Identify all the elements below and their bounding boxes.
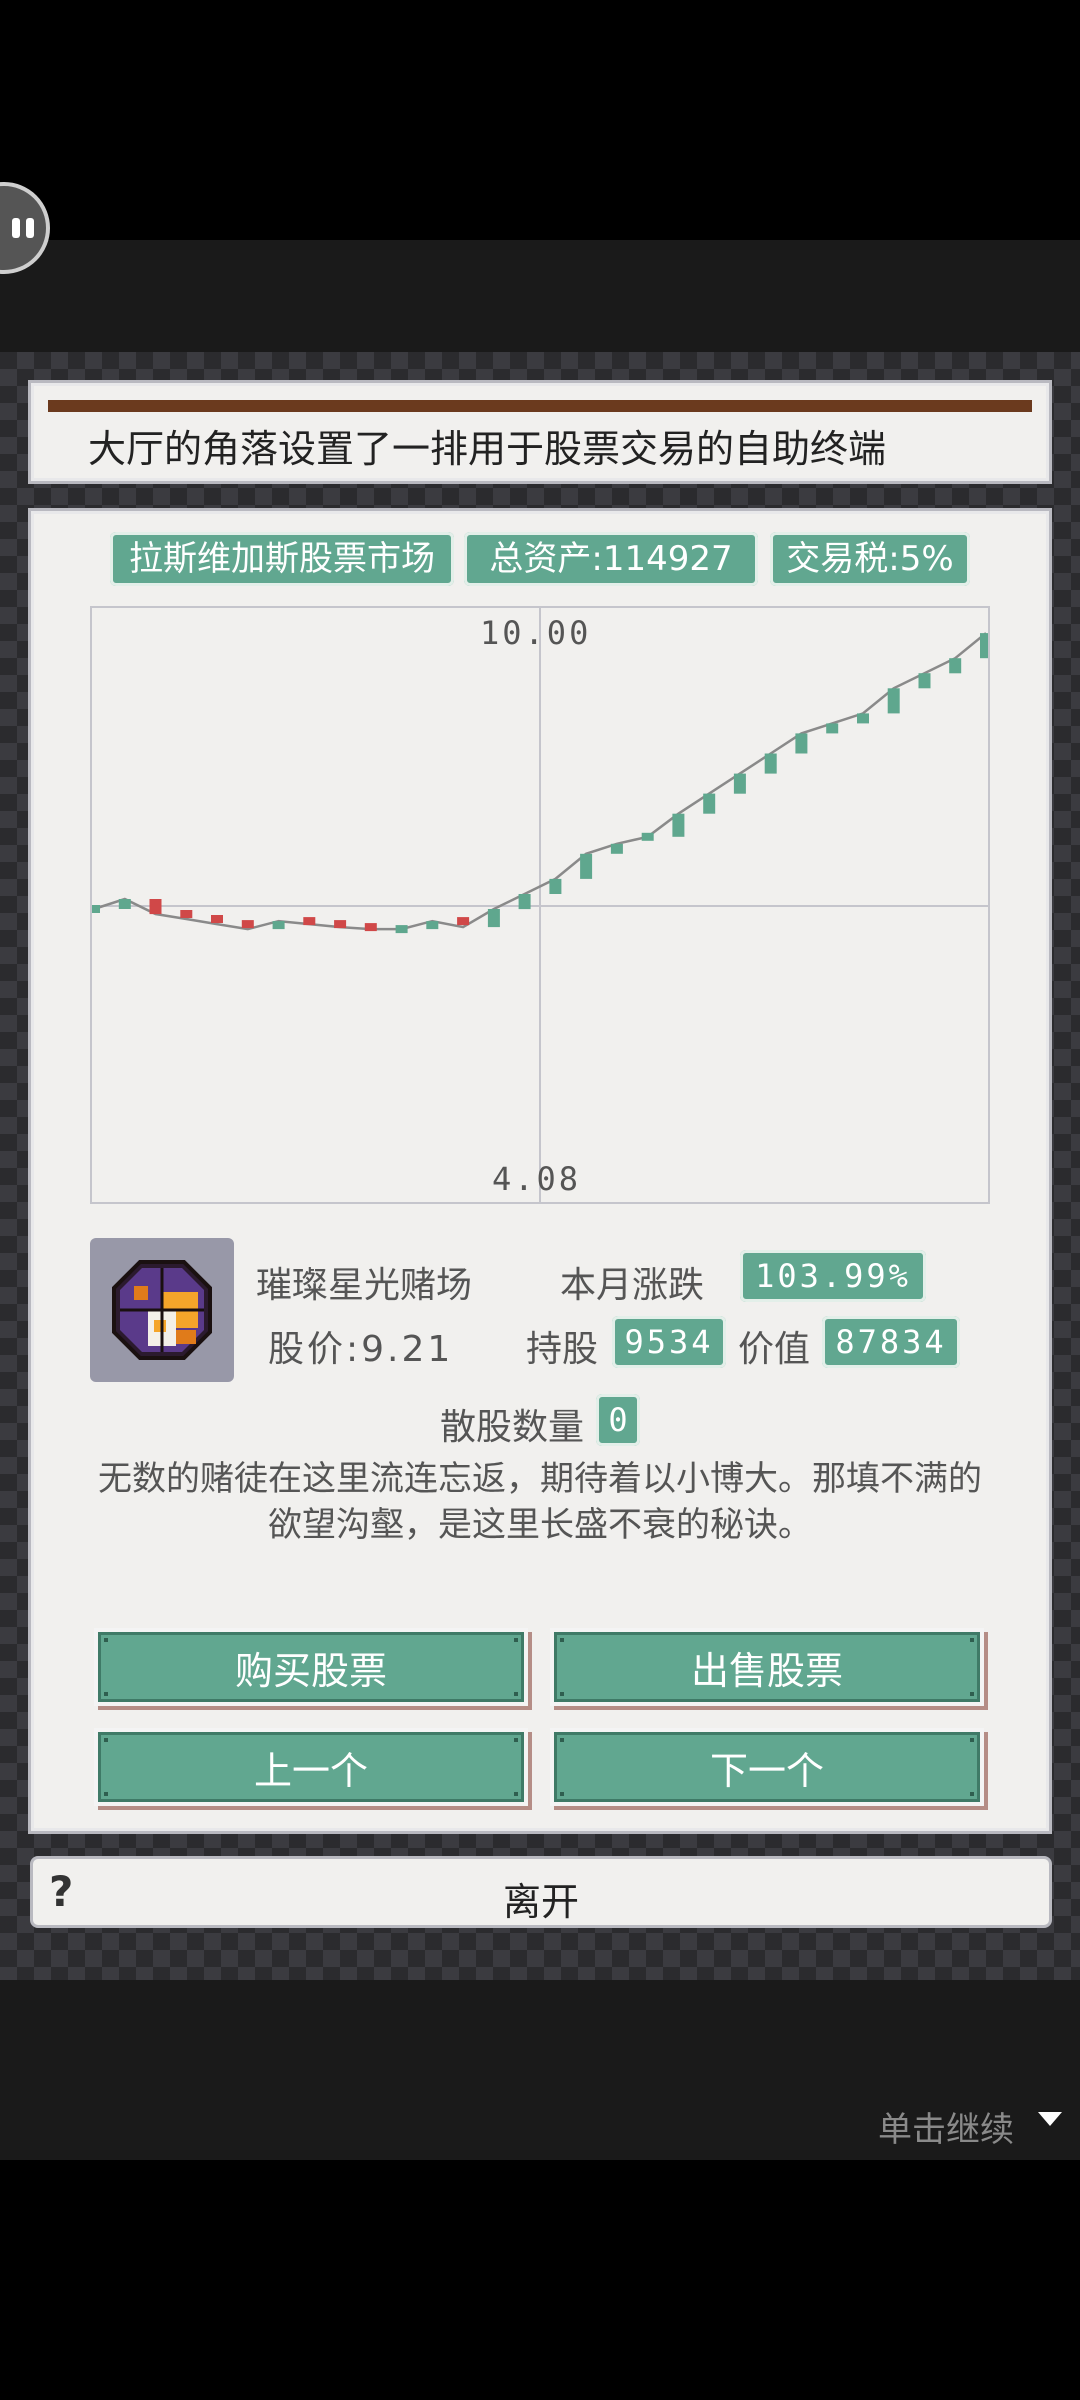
- price-candle: [426, 921, 439, 930]
- corner-dot: [514, 1738, 518, 1742]
- monthly-change-label: 本月涨跌: [560, 1265, 705, 1306]
- chart-min-label: 4.08: [492, 1160, 582, 1198]
- casino-emblem-icon: [112, 1260, 212, 1360]
- price-candle: [857, 713, 869, 724]
- price-candle: [303, 917, 316, 926]
- price-candle: [980, 633, 988, 659]
- corner-dot: [970, 1638, 974, 1642]
- corner-dot: [970, 1692, 974, 1696]
- corner-dot: [970, 1738, 974, 1742]
- price-candle: [549, 878, 562, 894]
- corner-dot: [560, 1638, 564, 1642]
- corner-dot: [104, 1792, 108, 1796]
- leave-button[interactable]: ? 离开: [30, 1856, 1052, 1928]
- price-candle: [764, 753, 777, 774]
- chart-svg: [92, 608, 988, 1202]
- stock-icon-tile: [90, 1238, 234, 1382]
- tax-badge: 交易税:5%: [770, 532, 970, 586]
- loose-shares-label: 散股数量: [440, 1407, 585, 1448]
- next-stock-label: 下一个: [709, 1748, 824, 1793]
- stock-chart: 10.00 4.08: [90, 606, 990, 1204]
- leave-label: 离开: [502, 1880, 579, 1924]
- corner-dot: [514, 1638, 518, 1642]
- continue-arrow-icon: [1038, 2112, 1062, 2126]
- corner-dot: [104, 1738, 108, 1742]
- intro-image-strip: [48, 400, 1032, 412]
- chart-max-label: 10.00: [480, 614, 592, 652]
- corner-dot: [514, 1792, 518, 1796]
- holding-value: 9534: [612, 1316, 726, 1368]
- price-candle: [826, 723, 839, 734]
- buy-stock-label: 购买股票: [234, 1648, 387, 1693]
- stock-name: 璀璨星光赌场: [256, 1265, 473, 1306]
- corner-dot: [104, 1638, 108, 1642]
- pause-icon: [12, 218, 20, 238]
- price-candle: [672, 813, 685, 837]
- pause-icon-bar: [26, 218, 34, 238]
- price-candle: [795, 733, 808, 754]
- corner-dot: [560, 1792, 564, 1796]
- price-candle: [580, 853, 593, 879]
- price-candle: [949, 658, 962, 674]
- holding-label: 持股: [526, 1329, 599, 1370]
- price-candle: [918, 673, 931, 689]
- value-label: 价值: [738, 1329, 811, 1370]
- corner-dot: [514, 1692, 518, 1696]
- price-candle: [887, 688, 900, 714]
- corner-dot: [104, 1692, 108, 1696]
- intro-text: 大厅的角落设置了一排用于股票交易的自助终端: [88, 427, 887, 471]
- corner-dot: [560, 1738, 564, 1742]
- value-amount: 87834: [822, 1316, 960, 1368]
- price-candle: [733, 773, 746, 794]
- buy-stock-button[interactable]: 购买股票: [94, 1628, 528, 1706]
- monthly-change-value: 103.99%: [740, 1250, 926, 1302]
- price-candle: [241, 920, 254, 929]
- price-candle: [211, 915, 223, 923]
- price-candle: [180, 910, 193, 918]
- price-candle: [395, 925, 408, 934]
- price-candle: [149, 899, 162, 915]
- sell-stock-button[interactable]: 出售股票: [550, 1628, 984, 1706]
- market-name-badge: 拉斯维加斯股票市场: [110, 532, 454, 586]
- price-candle: [610, 843, 623, 854]
- total-assets-badge: 总资产:114927: [464, 532, 758, 586]
- price-candle: [641, 832, 654, 841]
- price-candle: [272, 921, 285, 930]
- price-candle: [487, 909, 500, 928]
- price-candle: [334, 920, 347, 929]
- price-candle: [703, 793, 716, 814]
- sell-stock-label: 出售股票: [690, 1648, 843, 1693]
- price-candle: [457, 917, 470, 926]
- loose-shares-value: 0: [596, 1394, 640, 1446]
- next-stock-button[interactable]: 下一个: [550, 1728, 984, 1806]
- stock-price: 股价:9.21: [268, 1329, 454, 1370]
- stock-description: 无数的赌徒在这里流连忘返，期待着以小博大。那填不满的欲望沟壑，是这里长盛不衰的秘…: [98, 1459, 982, 1545]
- top-bar: [0, 240, 1080, 352]
- corner-dot: [560, 1692, 564, 1696]
- corner-dot: [970, 1792, 974, 1796]
- tap-to-continue[interactable]: 单击继续: [878, 2102, 1014, 2151]
- previous-stock-button[interactable]: 上一个: [94, 1728, 528, 1806]
- previous-stock-label: 上一个: [253, 1748, 368, 1793]
- price-candle: [118, 899, 131, 909]
- price-candle: [518, 894, 531, 910]
- price-candle: [364, 923, 377, 932]
- price-candle: [92, 905, 100, 913]
